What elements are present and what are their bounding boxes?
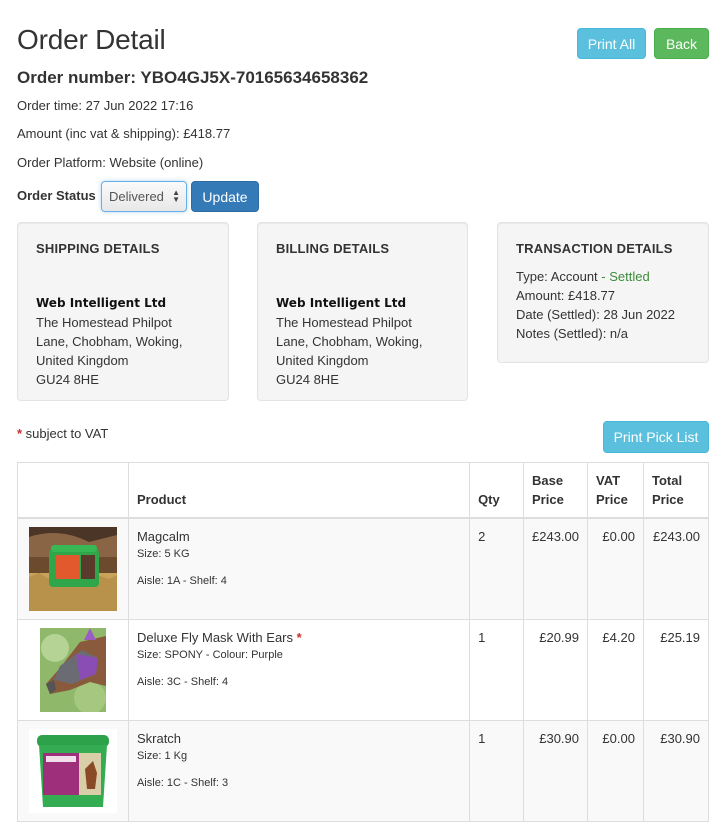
order-platform: Order Platform: Website (online) — [17, 155, 204, 170]
shipping-details-title: SHIPPING DETAILS — [36, 241, 160, 256]
vat-price-cell: £0.00 — [587, 720, 644, 822]
header-total-price: Total Price — [642, 462, 710, 519]
product-image-fly-mask — [39, 628, 106, 712]
product-cell: Skratch Size: 1 Kg Aisle: 1C - Shelf: 3 — [127, 720, 471, 822]
shipping-company: Web Intelligent Ltd — [36, 296, 167, 310]
billing-details-panel: BILLING DETAILS Web Intelligent Ltd The … — [257, 222, 468, 401]
qty-cell: 2 — [469, 517, 524, 620]
transaction-type-text: Type: Account — [516, 269, 598, 284]
product-aisle: Aisle: 1C - Shelf: 3 — [136, 777, 229, 789]
qty-cell: 1 — [469, 619, 524, 721]
total-price-cell: £30.90 — [642, 720, 710, 822]
header-base-price-l1: Base — [532, 473, 564, 488]
product-cell: Deluxe Fly Mask With Ears * Size: SPONY … — [127, 619, 471, 721]
header-image — [17, 462, 129, 519]
product-cell: Magcalm Size: 5 KG Aisle: 1A - Shelf: 4 — [127, 517, 471, 620]
qty-cell: 1 — [469, 720, 524, 822]
shipping-address-line: GU24 8HE — [36, 372, 99, 387]
product-name-text: Deluxe Fly Mask With Ears — [136, 630, 294, 645]
header-base-price-l2: Price — [532, 492, 564, 507]
table-header-row: Product Qty Base Price VAT Price Total Pric… — [17, 462, 710, 519]
billing-address-line: The Homestead Philpot — [276, 315, 412, 330]
order-items-table: Product Qty Base Price VAT Price Total Pric… — [17, 462, 710, 822]
order-amount: Amount (inc vat & shipping): £418.77 — [17, 126, 231, 141]
header-qty: Qty — [469, 462, 524, 519]
product-name: Skratch — [137, 729, 461, 748]
product-name-text: Skratch — [136, 731, 182, 746]
billing-company: Web Intelligent Ltd — [276, 296, 407, 310]
header-total-price-l2: Price — [651, 492, 684, 507]
transaction-date: Date (Settled): 28 Jun 2022 — [516, 307, 675, 322]
table-row: Skratch Size: 1 Kg Aisle: 1C - Shelf: 3 … — [17, 720, 710, 822]
update-button[interactable]: Update — [191, 181, 259, 212]
supplement-tub-image — [28, 527, 117, 611]
product-image-magcalm — [28, 527, 117, 611]
product-image-cell — [17, 720, 129, 822]
product-aisle: Aisle: 3C - Shelf: 4 — [136, 676, 229, 688]
order-number: Order number: YBO4GJ5X-70165634658362 — [17, 68, 369, 87]
product-size: Size: 5 KG — [136, 548, 190, 560]
product-image-cell — [17, 517, 129, 620]
back-button[interactable]: Back — [654, 28, 709, 59]
print-pick-list-button[interactable]: Print Pick List — [603, 421, 709, 453]
product-name: Magcalm — [137, 527, 461, 546]
header-total-price-l1: Total — [651, 473, 683, 488]
total-price-cell: £243.00 — [642, 517, 710, 620]
header-vat-price-l1: VAT — [596, 473, 621, 488]
header-base-price: Base Price — [523, 462, 588, 519]
shipping-address-line: Lane, Chobham, Woking, — [36, 334, 183, 349]
product-size: Size: SPONY - Colour: Purple — [136, 649, 283, 661]
order-time: Order time: 27 Jun 2022 17:16 — [17, 98, 194, 113]
transaction-type: Type: Account - Settled — [516, 267, 690, 286]
base-price-cell: £20.99 — [523, 619, 588, 721]
skratch-tub-image — [28, 729, 117, 813]
order-status-select[interactable]: Delivered ▲ ▼ — [101, 181, 187, 212]
billing-details-title: BILLING DETAILS — [276, 241, 390, 256]
transaction-settled-status: - Settled — [597, 269, 650, 284]
page-title: Order Detail — [17, 24, 166, 55]
table-row: Magcalm Size: 5 KG Aisle: 1A - Shelf: 4 … — [17, 517, 710, 620]
order-status-label: Order Status — [17, 188, 96, 203]
vat-note: * subject to VAT — [17, 426, 108, 441]
header-vat-price-l2: Price — [596, 492, 628, 507]
vat-price-cell: £0.00 — [587, 517, 644, 620]
base-price-cell: £30.90 — [523, 720, 588, 822]
header-product: Product — [127, 462, 471, 519]
billing-address-line: United Kingdom — [276, 353, 369, 368]
total-price-cell: £25.19 — [642, 619, 710, 721]
transaction-details-title: TRANSACTION DETAILS — [516, 241, 673, 256]
header-vat-price: VAT Price — [587, 462, 644, 519]
product-image-cell — [17, 619, 129, 721]
table-row: Deluxe Fly Mask With Ears * Size: SPONY … — [17, 619, 710, 721]
fly-mask-image — [39, 628, 106, 712]
base-price-cell: £243.00 — [523, 517, 588, 620]
shipping-address-line: The Homestead Philpot — [36, 315, 172, 330]
product-name: Deluxe Fly Mask With Ears * — [137, 628, 461, 647]
shipping-address-line: United Kingdom — [36, 353, 129, 368]
vat-note-text: subject to VAT — [22, 426, 109, 441]
vat-price-cell: £4.20 — [587, 619, 644, 721]
transaction-amount: Amount: £418.77 — [516, 288, 616, 303]
billing-address-line: GU24 8HE — [276, 372, 339, 387]
product-aisle: Aisle: 1A - Shelf: 4 — [136, 575, 227, 587]
shipping-details-panel: SHIPPING DETAILS Web Intelligent Ltd The… — [17, 222, 229, 401]
vat-asterisk: * — [296, 630, 302, 645]
select-arrows-icon: ▲ ▼ — [172, 188, 180, 204]
billing-address-line: Lane, Chobham, Woking, — [276, 334, 423, 349]
transaction-notes: Notes (Settled): n/a — [516, 326, 628, 341]
product-size: Size: 1 Kg — [136, 750, 188, 762]
order-status-value: Delivered — [109, 189, 164, 204]
product-image-skratch — [28, 729, 117, 813]
transaction-details-panel: TRANSACTION DETAILS Type: Account - Sett… — [497, 222, 709, 363]
product-name-text: Magcalm — [136, 529, 190, 544]
print-all-button[interactable]: Print All — [577, 28, 646, 59]
